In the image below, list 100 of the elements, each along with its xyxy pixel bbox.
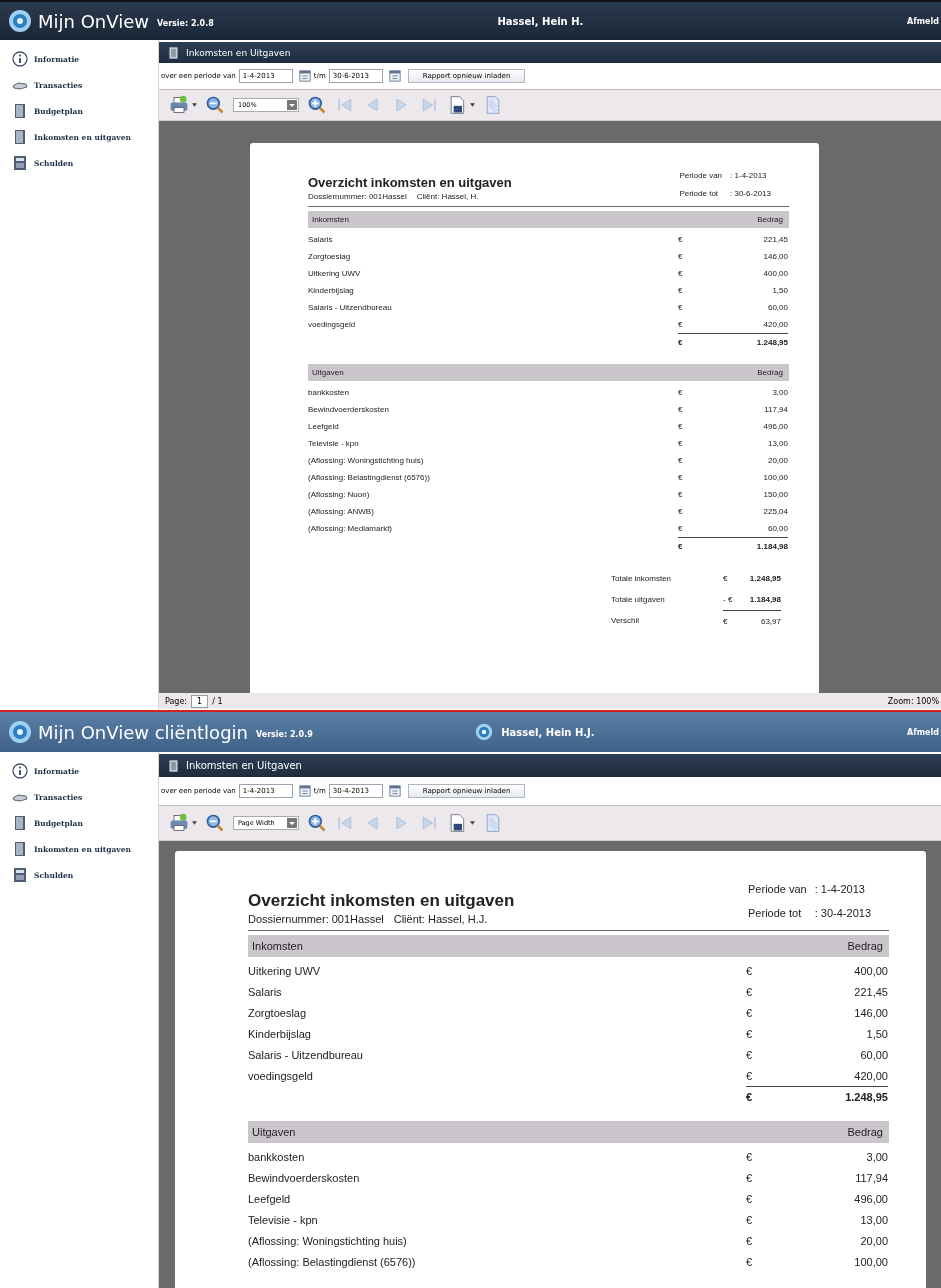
amount: 225,04 bbox=[762, 507, 788, 516]
dossier-number: Dossiernummer: 001Hassel bbox=[248, 913, 384, 925]
client-name: Cliënt: Hassel, H. bbox=[416, 192, 479, 201]
summary-amount: 1.184,98 bbox=[748, 595, 781, 604]
user-name: Hassel, Hein H. bbox=[497, 15, 584, 27]
summary-label: Totale uitgaven bbox=[611, 595, 666, 604]
calendar-icon[interactable] bbox=[388, 785, 401, 797]
currency-sign: € bbox=[678, 439, 684, 448]
period-value: : 30-6-2013 bbox=[730, 189, 771, 200]
currency-sign: € bbox=[723, 609, 743, 632]
currency-sign: € bbox=[746, 1069, 754, 1082]
currency-sign: € bbox=[678, 405, 684, 414]
currency-sign: € bbox=[678, 286, 684, 295]
amount: 1,50 bbox=[865, 1027, 888, 1040]
logout-link[interactable]: Afmeld bbox=[907, 16, 941, 26]
dropdown-icon bbox=[287, 818, 297, 828]
amount: 60,00 bbox=[766, 303, 788, 312]
currency-sign: € bbox=[678, 235, 684, 244]
zoom-in-icon[interactable] bbox=[307, 813, 327, 833]
currency-sign: € bbox=[746, 1027, 754, 1040]
item-label: Salaris - Uitzendbureau bbox=[248, 1048, 364, 1061]
item-label: bankkosten bbox=[248, 1150, 306, 1163]
page-number-field[interactable]: 1 bbox=[191, 694, 209, 708]
currency-sign: € bbox=[678, 422, 684, 431]
amount: 3,00 bbox=[865, 1150, 888, 1163]
summary-amount: 1.248,95 bbox=[748, 574, 781, 583]
printer-icon[interactable] bbox=[169, 95, 189, 115]
item-label: (Aflossing: Belastingdienst (6576)) bbox=[248, 1255, 417, 1268]
column-header: Bedrag bbox=[757, 368, 783, 377]
user-name: Hassel, Hein H.J. bbox=[501, 726, 595, 738]
period-label: Periode van bbox=[748, 883, 807, 897]
zoom-in-icon[interactable] bbox=[307, 95, 327, 115]
currency-sign: € bbox=[746, 1234, 754, 1247]
dossier-number: Dossiernummer: 001Hassel bbox=[308, 192, 407, 201]
currency-sign: € bbox=[746, 1048, 754, 1061]
item-label: bankkosten bbox=[308, 388, 350, 397]
currency-sign: € bbox=[678, 320, 684, 329]
calendar-icon[interactable] bbox=[298, 785, 311, 797]
currency-sign: € bbox=[678, 536, 732, 555]
zoom-label: Zoom: 100% bbox=[887, 696, 940, 706]
logo-icon bbox=[475, 723, 494, 741]
currency-sign: € bbox=[746, 1171, 754, 1184]
currency-sign: € bbox=[678, 473, 684, 482]
zoom-out-icon[interactable] bbox=[205, 813, 225, 833]
item-label: Salaris bbox=[248, 985, 283, 998]
amount: 146,00 bbox=[762, 252, 788, 261]
zoom-out-icon[interactable] bbox=[205, 95, 225, 115]
caret-icon[interactable] bbox=[470, 103, 475, 107]
item-label: (Aflossing: ANWB) bbox=[308, 507, 375, 516]
amount: 420,00 bbox=[853, 1069, 888, 1082]
report-title: Overzicht inkomsten en uitgaven bbox=[248, 891, 515, 911]
app-title: Mijn OnView cliëntlogin bbox=[38, 721, 248, 743]
currency-sign: € bbox=[746, 1192, 754, 1205]
amount: 146,00 bbox=[853, 1006, 888, 1019]
item-label: Salaris bbox=[308, 235, 334, 244]
amount: 420,00 bbox=[762, 320, 788, 329]
amount: 1,50 bbox=[771, 286, 788, 295]
item-label: voedingsgeld bbox=[248, 1069, 314, 1082]
period-value: : 30-4-2013 bbox=[814, 907, 871, 921]
panel-title: Inkomsten en Uitgaven bbox=[186, 47, 291, 58]
calendar-icon[interactable] bbox=[298, 70, 311, 82]
book-icon bbox=[12, 815, 28, 831]
currency-sign: € bbox=[746, 985, 754, 998]
summary-label: Totale inkomsten bbox=[611, 574, 673, 583]
total-amount: 1.248,95 bbox=[732, 332, 788, 351]
item-label: Televisie - kpn bbox=[308, 439, 360, 448]
currency-sign: € bbox=[746, 1006, 754, 1019]
currency-sign: € bbox=[678, 252, 684, 261]
client-name: Cliënt: Hassel, H.J. bbox=[393, 913, 488, 925]
currency-sign: € bbox=[678, 524, 684, 533]
calendar-icon[interactable] bbox=[388, 70, 401, 82]
item-label: Bewindvoerderskosten bbox=[248, 1171, 361, 1184]
amount: 13,00 bbox=[766, 439, 788, 448]
panel-title: Inkomsten en Uitgaven bbox=[186, 760, 302, 771]
section-title: Inkomsten bbox=[312, 215, 349, 224]
amount: 3,00 bbox=[771, 388, 788, 397]
currency-sign: € bbox=[678, 507, 684, 516]
book-icon bbox=[167, 758, 180, 773]
total-amount: 1.184,98 bbox=[732, 536, 788, 555]
period-value: : 1-4-2013 bbox=[814, 883, 866, 897]
period-label: Periode tot bbox=[679, 189, 720, 200]
currency-sign: € bbox=[723, 574, 729, 583]
currency-sign: € bbox=[678, 303, 684, 312]
period-value: : 1-4-2013 bbox=[730, 171, 768, 182]
caret-icon[interactable] bbox=[470, 821, 475, 825]
amount: 60,00 bbox=[766, 524, 788, 533]
caret-icon[interactable] bbox=[192, 103, 197, 107]
printer-icon[interactable] bbox=[169, 813, 189, 833]
page-label: Page: bbox=[165, 696, 188, 706]
caret-icon[interactable] bbox=[192, 821, 197, 825]
item-label: Leefgeld bbox=[308, 422, 340, 431]
logout-link[interactable]: Afmeld bbox=[907, 727, 941, 737]
section-title: Inkomsten bbox=[252, 940, 303, 952]
version-label: Versie: 2.0.9 bbox=[255, 729, 313, 739]
currency-sign: - € bbox=[723, 595, 734, 604]
amount: 100,00 bbox=[853, 1255, 888, 1268]
page-count: / 1 bbox=[212, 696, 223, 706]
currency-sign: € bbox=[678, 456, 684, 465]
item-label: Uitkering UWV bbox=[248, 964, 322, 977]
info-icon bbox=[12, 51, 28, 67]
